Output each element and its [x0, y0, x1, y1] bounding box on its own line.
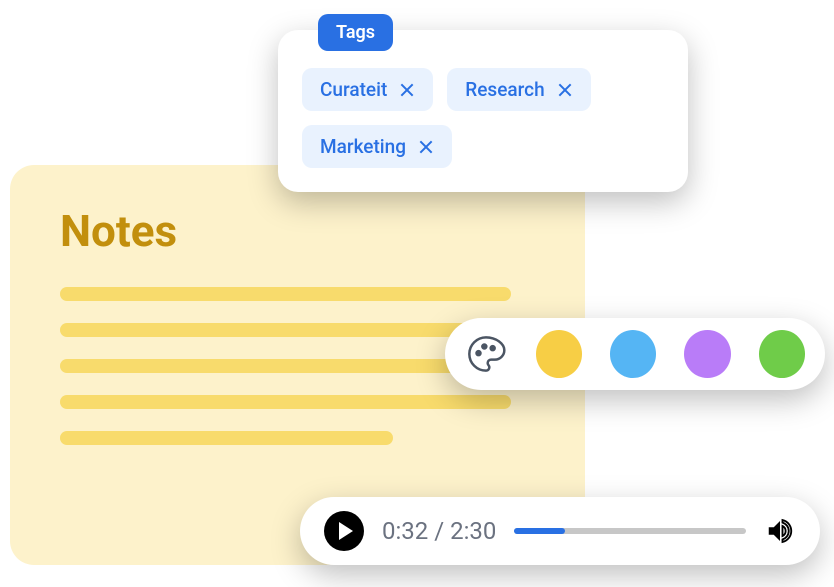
palette-icon[interactable]	[465, 332, 508, 376]
tags-badge: Tags	[318, 14, 393, 51]
close-icon[interactable]	[399, 82, 415, 98]
total-time: 2:30	[450, 517, 496, 545]
tags-list: Curateit Research Marketing	[302, 68, 664, 168]
play-icon	[339, 522, 353, 540]
tag-label: Curateit	[320, 78, 387, 101]
tag-chip-marketing[interactable]: Marketing	[302, 125, 452, 168]
current-time: 0:32	[382, 517, 428, 545]
play-button[interactable]	[324, 511, 364, 551]
tag-chip-curateit[interactable]: Curateit	[302, 68, 433, 111]
audio-player: 0:32 / 2:30	[300, 497, 820, 565]
volume-icon[interactable]	[764, 515, 796, 547]
progress-bar[interactable]	[514, 528, 746, 534]
close-icon[interactable]	[557, 82, 573, 98]
tag-label: Research	[465, 78, 544, 101]
close-icon[interactable]	[418, 139, 434, 155]
time-display: 0:32 / 2:30	[382, 517, 496, 545]
time-separator: /	[428, 517, 450, 545]
progress-fill	[514, 528, 565, 534]
notes-line	[60, 431, 393, 445]
color-picker	[445, 318, 825, 390]
notes-line	[60, 287, 511, 301]
color-swatch-blue[interactable]	[610, 330, 656, 378]
notes-line	[60, 395, 511, 409]
tag-label: Marketing	[320, 135, 406, 158]
tag-chip-research[interactable]: Research	[447, 68, 590, 111]
color-swatch-purple[interactable]	[684, 330, 730, 378]
tags-popover: Tags Curateit Research Marketing	[278, 30, 688, 192]
color-swatch-green[interactable]	[759, 330, 805, 378]
notes-title: Notes	[60, 205, 535, 257]
color-swatch-yellow[interactable]	[536, 330, 582, 378]
